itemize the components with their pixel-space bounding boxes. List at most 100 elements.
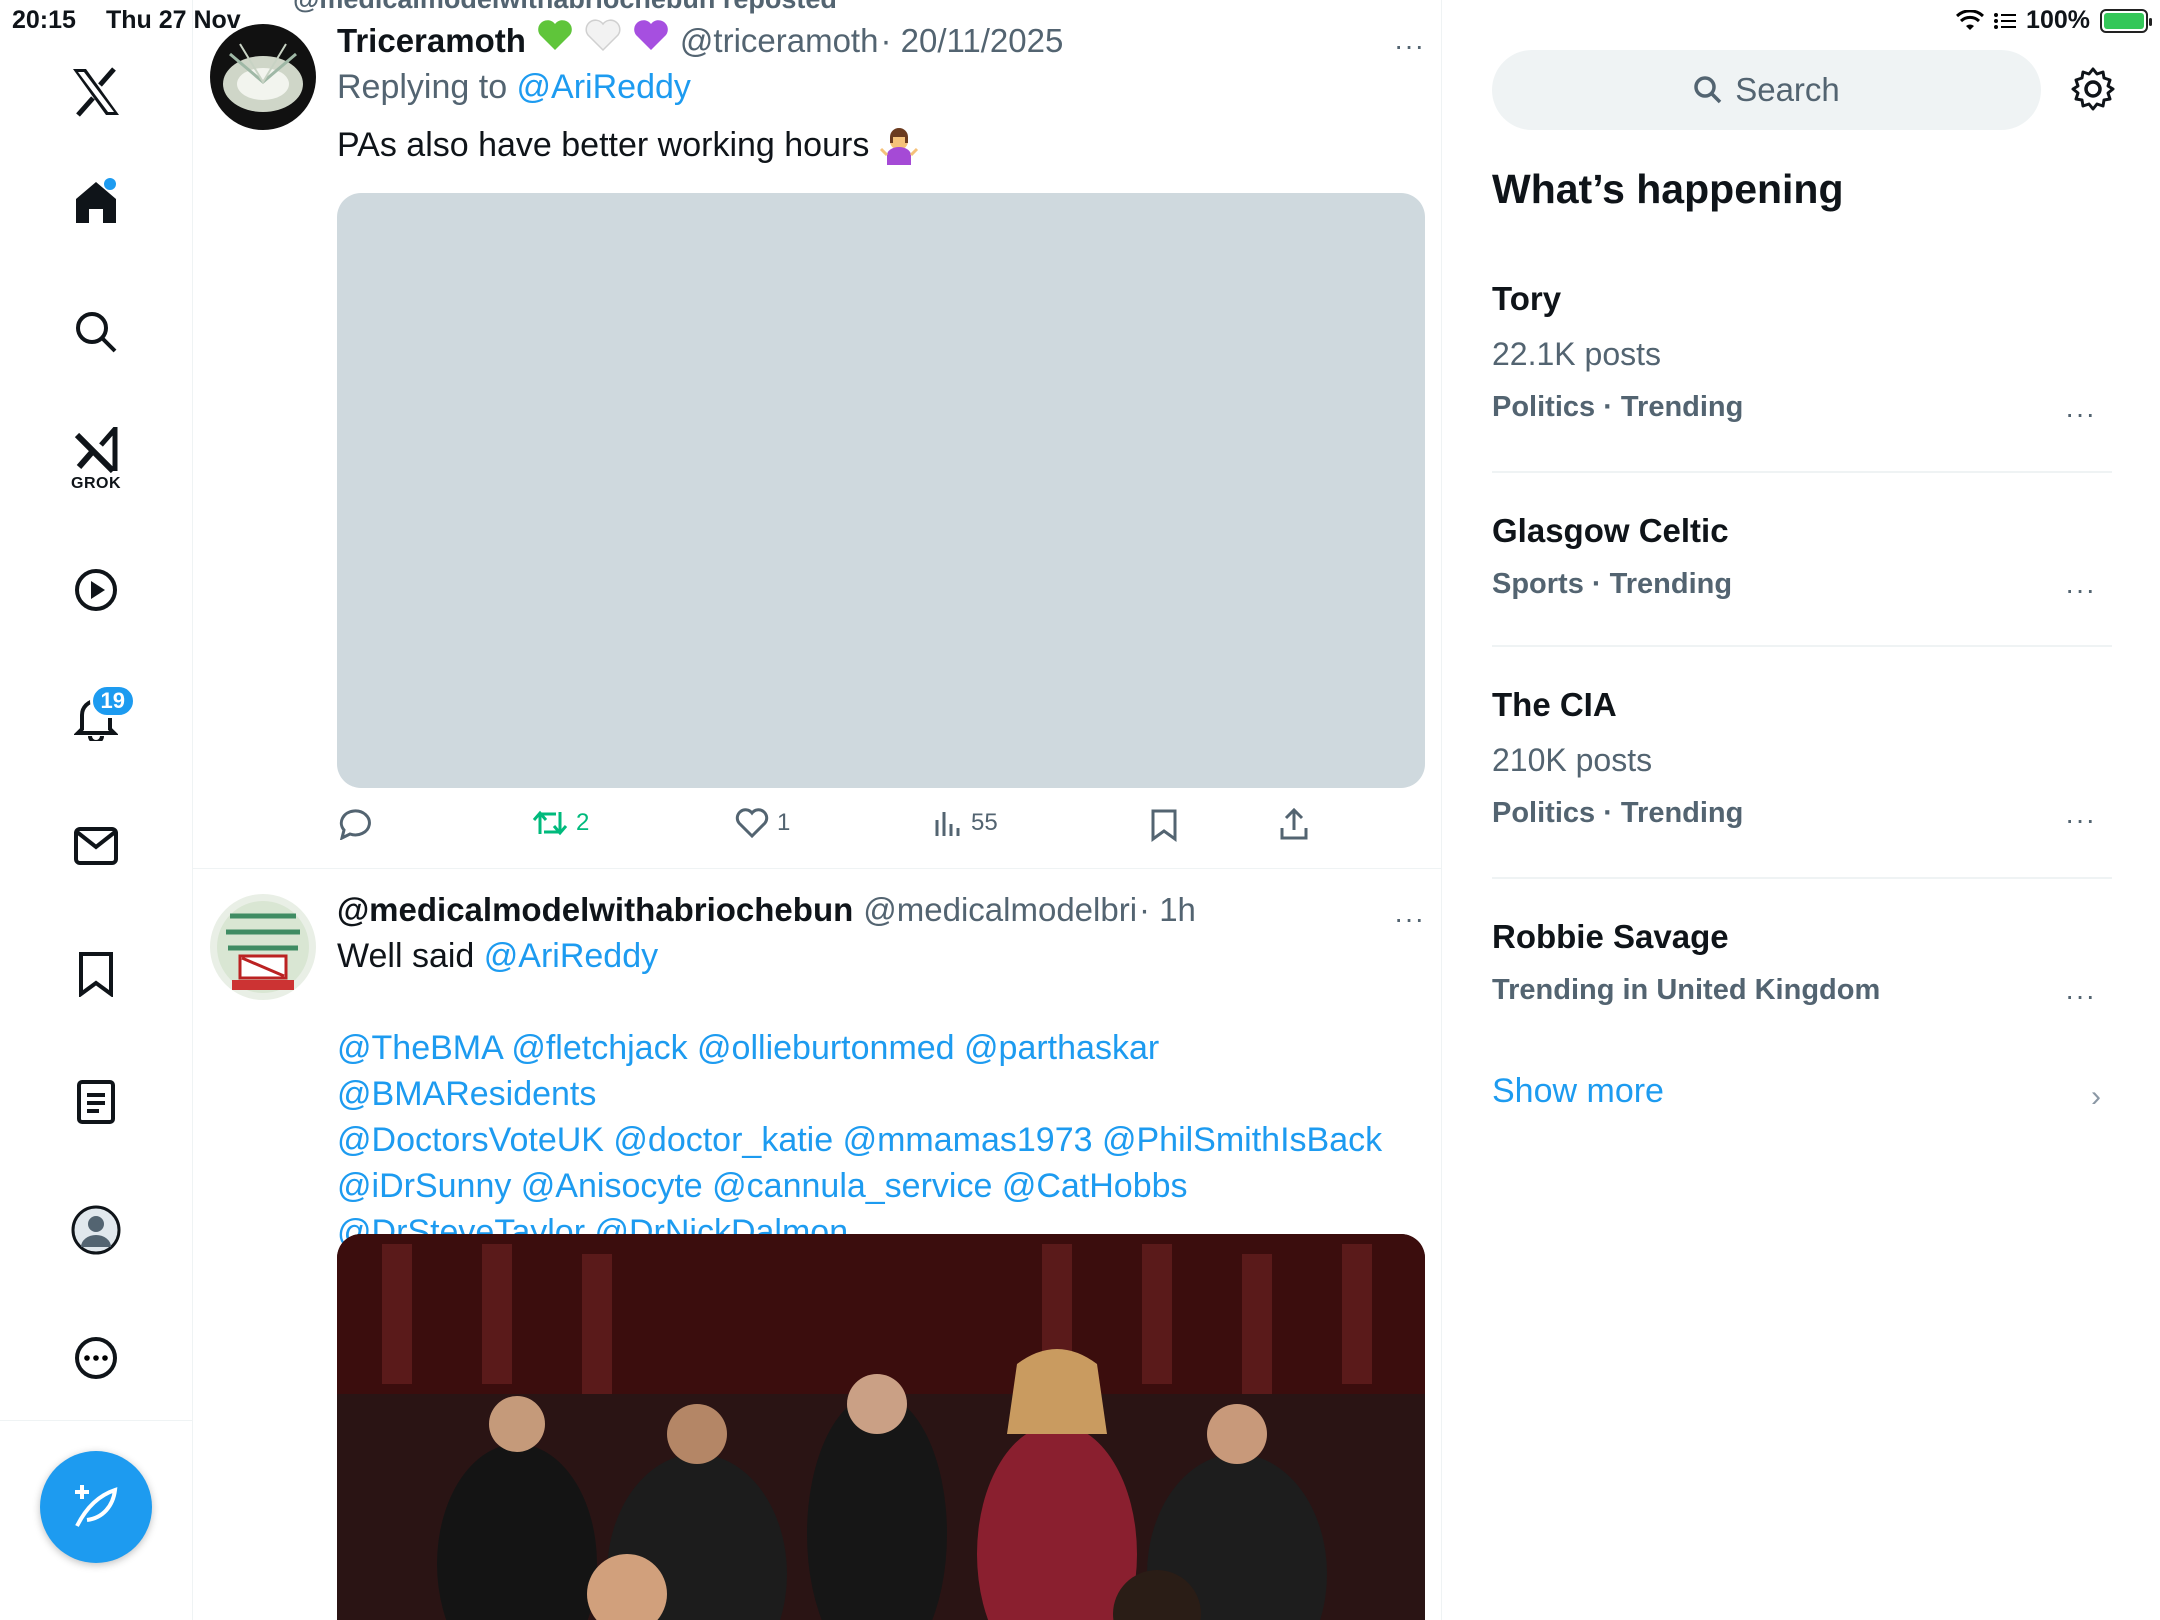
views-button[interactable]: 55: [933, 808, 998, 838]
trend-divider: [1492, 877, 2112, 879]
reply-button[interactable]: [337, 808, 379, 840]
nav-messages[interactable]: [54, 804, 138, 888]
white-heart-icon: [584, 18, 622, 52]
trend-item[interactable]: Glasgow Celtic Sports · Trending ···: [1492, 512, 2112, 605]
grok-label: GROK: [71, 475, 121, 492]
bookmark-icon: [79, 952, 113, 997]
tweet-body: Triceramoth @triceramoth · 20/11/2025 ··…: [337, 18, 1425, 168]
green-heart-icon: [536, 18, 574, 52]
show-more-link[interactable]: Show more: [1492, 1072, 1664, 1111]
status-date: Thu 27 Nov: [105, 6, 241, 34]
nav-bookmarks[interactable]: [54, 932, 138, 1016]
reply-prefix: Replying to: [337, 68, 517, 106]
trend-more-button[interactable]: ···: [2065, 574, 2096, 606]
nav-profile[interactable]: [54, 1188, 138, 1272]
nav-more[interactable]: [54, 1316, 138, 1400]
trend-more-button[interactable]: ···: [2065, 804, 2096, 836]
mentions-line-2[interactable]: @DoctorsVoteUK @doctor_katie @mmamas1973…: [337, 1117, 1425, 1163]
status-bar-right: 100%: [1956, 6, 2152, 35]
trend-item[interactable]: Tory 22.1K posts Politics · Trending ···: [1492, 280, 2112, 429]
compose-button[interactable]: [40, 1451, 152, 1563]
tweet-text-prefix: Well said: [337, 937, 484, 975]
status-bar-left: 20:15 Thu 27 Nov: [12, 6, 271, 35]
trend-category: Sports · Trending: [1492, 568, 1733, 600]
tweet-medicalmodel[interactable]: @medicalmodelwithabriochebun @medicalmod…: [193, 869, 1441, 1620]
left-nav: GROK 19: [0, 0, 193, 1620]
views-count: 55: [971, 809, 998, 836]
tweet-more-button[interactable]: ···: [1394, 903, 1425, 935]
settings-button[interactable]: [2070, 66, 2116, 112]
reply-to-mention[interactable]: @AriReddy: [517, 68, 691, 106]
trend-more-button[interactable]: ···: [2065, 398, 2096, 430]
author-handle[interactable]: @medicalmodelbri: [863, 891, 1137, 929]
trend-posts: 210K posts: [1492, 742, 1653, 778]
bookmark-button[interactable]: [1150, 808, 1178, 842]
purple-heart-icon: [632, 18, 670, 52]
nav-divider: [0, 1420, 193, 1421]
x-logo-icon[interactable]: [54, 50, 138, 134]
tweet-text: Well said @AriReddy: [337, 933, 1425, 979]
nav-lists[interactable]: [54, 1060, 138, 1144]
profile-avatar-icon: [71, 1205, 121, 1255]
author-name[interactable]: @medicalmodelwithabriochebun: [337, 891, 853, 929]
like-count: 1: [777, 809, 791, 836]
mentions-line-3[interactable]: @iDrSunny @Anisocyte @cannula_service @C…: [337, 1163, 1425, 1209]
battery-icon: [2100, 8, 2152, 33]
nav-home[interactable]: [54, 160, 138, 244]
views-chart-icon: [935, 812, 960, 836]
bookmark-icon: [1151, 809, 1177, 842]
play-circle-icon: [75, 569, 117, 611]
trend-item[interactable]: The CIA 210K posts Politics · Trending ·…: [1492, 686, 2112, 835]
nav-video[interactable]: [54, 548, 138, 632]
heart-icon: [735, 808, 769, 838]
avatar-triceramoth[interactable]: [210, 24, 316, 130]
tweet-more-button[interactable]: ···: [1394, 30, 1425, 62]
reply-icon: [339, 809, 371, 840]
mention-arireddy[interactable]: @AriReddy: [484, 937, 658, 975]
trend-name: Glasgow Celtic: [1492, 512, 1729, 549]
trend-more-button[interactable]: ···: [2065, 980, 2096, 1012]
grok-icon: [74, 427, 118, 473]
trend-divider: [1492, 645, 2112, 647]
gear-icon: [2071, 67, 2115, 111]
woman-shrugging-icon: [879, 127, 919, 167]
tweet-body: @medicalmodelwithabriochebun @medicalmod…: [337, 891, 1425, 1255]
search-input[interactable]: Search: [1492, 50, 2041, 130]
share-icon: [1280, 808, 1308, 840]
share-button[interactable]: [1279, 808, 1309, 840]
tweet-date[interactable]: · 20/11/2025: [880, 22, 1063, 60]
nav-notifications[interactable]: 19: [54, 676, 138, 760]
nav-grok[interactable]: GROK: [54, 418, 138, 502]
author-name[interactable]: Triceramoth: [337, 22, 526, 60]
author-handle[interactable]: @triceramoth: [680, 22, 879, 60]
trend-divider: [1492, 471, 2112, 473]
status-time: 20:15: [12, 6, 76, 34]
tweet-text-content: PAs also have better working hours: [337, 126, 870, 164]
tweet-media-placeholder[interactable]: [337, 193, 1425, 788]
trend-posts: 22.1K posts: [1492, 336, 1661, 372]
search-icon: [1694, 76, 1722, 104]
main-feed: @medicalmodelwithabriochebun reposted Tr…: [193, 0, 1442, 1620]
trend-category: Politics · Trending: [1492, 797, 1744, 829]
mentions-line-1[interactable]: @TheBMA @fletchjack @ollieburtonmed @par…: [337, 1025, 1425, 1117]
trend-item[interactable]: Robbie Savage Trending in United Kingdom…: [1492, 918, 2112, 1011]
home-unread-dot: [104, 178, 116, 190]
tweet-time[interactable]: · 1h: [1139, 891, 1196, 929]
trend-name: Tory: [1492, 280, 1562, 317]
tweet-triceramoth[interactable]: Triceramoth @triceramoth · 20/11/2025 ··…: [193, 0, 1441, 868]
tweet-header: Triceramoth @triceramoth · 20/11/2025: [337, 18, 1425, 60]
repost-count: 2: [576, 809, 590, 836]
tweet-gif-media[interactable]: [337, 1234, 1425, 1620]
repost-button[interactable]: 2: [532, 808, 589, 838]
avatar-medicalmodel[interactable]: [210, 894, 316, 1000]
list-status-icon: [1994, 12, 2017, 29]
tweet-actions: 2 1 55: [337, 808, 1337, 848]
compose-feather-icon: [75, 1485, 118, 1527]
reply-context: Replying to @AriReddy: [337, 64, 1425, 110]
nav-explore[interactable]: [54, 290, 138, 374]
list-icon: [77, 1080, 115, 1124]
notifications-badge: 19: [89, 684, 136, 718]
tweet-text: PAs also have better working hours: [337, 122, 1425, 168]
search-placeholder: Search: [1735, 71, 1840, 108]
like-button[interactable]: 1: [735, 808, 790, 838]
